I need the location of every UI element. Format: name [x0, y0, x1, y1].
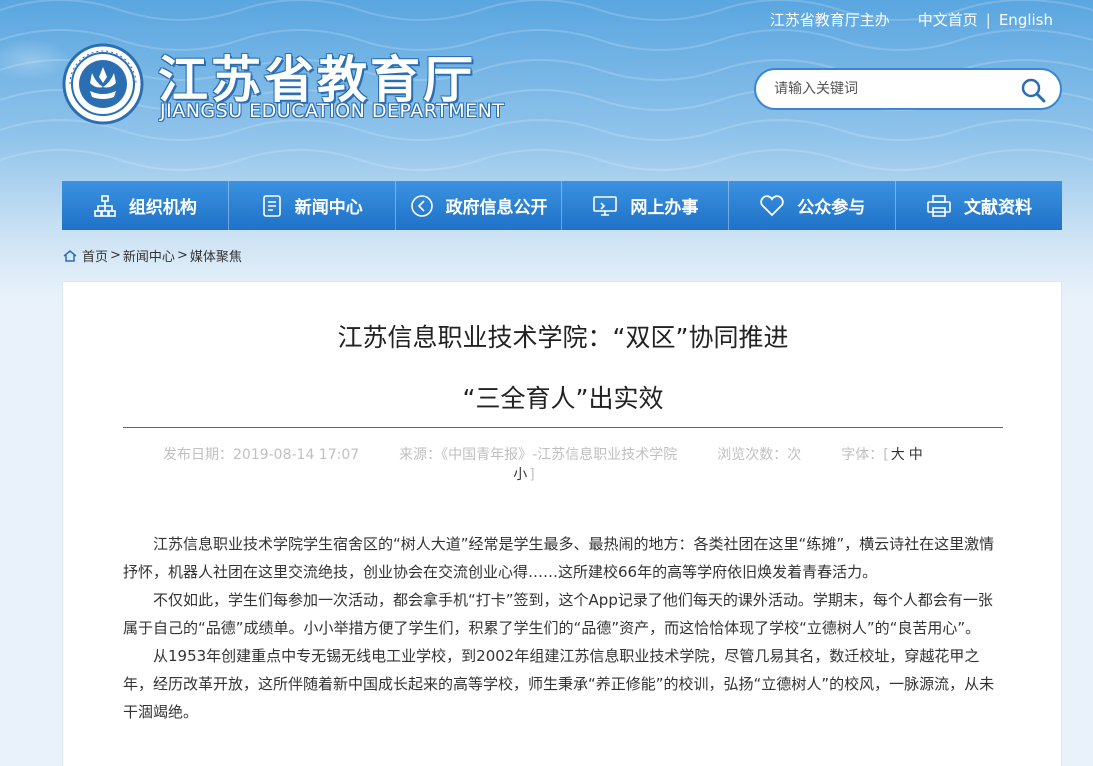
article-body: 江苏信息职业技术学院学生宿舍区的“树人大道”经常是学生最多、最热闹的地方：各类社…: [123, 530, 998, 726]
nav-label: 公众参与: [797, 198, 866, 218]
article-panel: 江苏信息职业技术学院：“双区”协同推进 “三全育人”出实效 发布日期：2019-…: [62, 281, 1062, 766]
monitor-icon: [593, 195, 618, 216]
top-links: 江苏省教育厅主办 中文首页 | English: [770, 9, 1053, 30]
printer-icon: [927, 194, 951, 217]
chinese-home-link[interactable]: 中文首页: [918, 9, 978, 30]
nav-item-public-participation[interactable]: 公众参与: [729, 181, 897, 230]
link-separator: |: [985, 10, 991, 29]
search-icon[interactable]: [1020, 77, 1046, 103]
host-link[interactable]: 江苏省教育厅主办: [770, 9, 890, 30]
logo-english-title: JIANGSU EDUCATION DEPARTMENT: [160, 100, 505, 122]
nav-item-documents[interactable]: 文献资料: [896, 181, 1062, 230]
article-title-line2: “三全育人”出实效: [462, 384, 664, 413]
font-small-button[interactable]: 小: [513, 467, 527, 483]
search-input[interactable]: [774, 81, 1014, 97]
breadcrumb-current[interactable]: 媒体聚焦: [190, 246, 242, 265]
nav-item-organization[interactable]: 组织机构: [62, 181, 229, 230]
article-source: 来源：《中国青年报》-江苏信息职业技术学院: [399, 447, 678, 463]
english-link[interactable]: English: [999, 11, 1053, 29]
home-icon: [63, 249, 77, 262]
nav-item-gov-info[interactable]: 政府信息公开: [396, 181, 563, 230]
article-paragraph: 江苏信息职业技术学院学生宿舍区的“树人大道”经常是学生最多、最热闹的地方：各类社…: [123, 535, 995, 581]
font-large-button[interactable]: 大: [891, 447, 905, 463]
nav-label: 政府信息公开: [445, 198, 548, 218]
nav-label: 网上办事: [630, 198, 699, 218]
megaphone-icon: [410, 194, 433, 217]
font-size-close: ]: [529, 467, 535, 483]
article-meta: 发布日期：2019-08-14 17:07 来源：《中国青年报》-江苏信息职业技术…: [163, 445, 983, 485]
article-title-line1: 江苏信息职业技术学院：“双区”协同推进: [337, 323, 789, 352]
article-paragraph: 从1953年创建重点中专无锡无线电工业学校，到2002年组建江苏信息职业技术学院…: [123, 647, 995, 721]
nav-item-news[interactable]: 新闻中心: [229, 181, 396, 230]
nav-label: 组织机构: [128, 198, 197, 218]
view-count: 浏览次数：次: [717, 447, 802, 463]
font-size-label: 字体：[: [841, 447, 889, 463]
breadcrumb-news[interactable]: 新闻中心: [123, 246, 175, 265]
breadcrumb-separator: >: [176, 248, 188, 263]
main-nav: 组织机构 新闻中心 政府信息公开 网上办事 公众参与 文献资料: [62, 181, 1062, 230]
document-icon: [262, 194, 281, 217]
breadcrumb-separator: >: [110, 248, 121, 263]
nav-label: 新闻中心: [294, 198, 363, 218]
breadcrumb: 首页 > 新闻中心 > 媒体聚焦: [62, 246, 242, 265]
font-medium-button[interactable]: 中: [909, 447, 923, 463]
article-paragraph: 不仅如此，学生们每参加一次活动，都会拿手机“打卡”签到，这个App记录了他们每天…: [123, 591, 993, 637]
breadcrumb-home[interactable]: 首页: [82, 246, 108, 265]
title-divider: [123, 427, 1003, 428]
heart-icon: [760, 194, 784, 216]
nav-item-online-service[interactable]: 网上办事: [562, 181, 730, 230]
org-chart-icon: [94, 194, 116, 217]
department-emblem-icon: [62, 43, 144, 125]
nav-label: 文献资料: [964, 198, 1033, 218]
publish-date: 发布日期：2019-08-14 17:07: [163, 447, 360, 463]
search-box: [754, 68, 1062, 110]
